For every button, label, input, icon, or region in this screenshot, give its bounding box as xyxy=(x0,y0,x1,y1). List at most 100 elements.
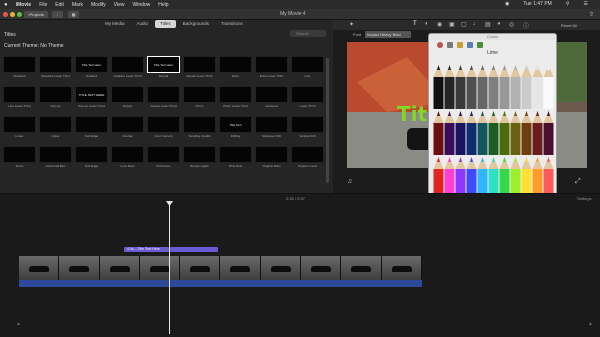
pencil-color[interactable] xyxy=(510,77,521,109)
search-icon[interactable]: ⚲ xyxy=(566,1,570,7)
pencil-color[interactable] xyxy=(433,77,444,109)
video-clip-thumbnail[interactable] xyxy=(59,256,100,280)
title-template[interactable]: Boogie Lights xyxy=(183,146,216,170)
pencil-color[interactable] xyxy=(532,123,543,155)
wifi-icon[interactable]: ◉ xyxy=(505,1,509,7)
title-template[interactable]: Line xyxy=(291,56,324,80)
search-input[interactable]: Search xyxy=(290,30,326,37)
pencils-icon[interactable] xyxy=(477,41,483,48)
pencil-color[interactable] xyxy=(521,123,532,155)
pencil-color[interactable] xyxy=(466,123,477,155)
pencil-color[interactable] xyxy=(444,123,455,155)
video-clip-thumbnail[interactable] xyxy=(19,256,60,280)
video-clip-thumbnail[interactable] xyxy=(260,256,302,280)
menu-edit[interactable]: Edit xyxy=(55,2,64,8)
title-template[interactable]: Zoom xyxy=(3,146,36,170)
info-icon[interactable]: ⓘ xyxy=(523,21,529,30)
title-template[interactable]: Lens Flare xyxy=(111,146,144,170)
minimize-window-button[interactable] xyxy=(10,12,15,17)
color-sliders-icon[interactable] xyxy=(447,41,453,48)
menu-window[interactable]: Window xyxy=(132,2,150,8)
title-template[interactable]: Standard Lower Third xyxy=(39,56,72,80)
volume-icon[interactable]: ♩ xyxy=(473,21,479,27)
title-template[interactable]: Lower xyxy=(3,116,36,140)
title-template[interactable]: Scrolling Credits xyxy=(183,116,216,140)
title-template[interactable]: Echo xyxy=(219,56,252,80)
color-palettes-icon[interactable] xyxy=(457,41,463,48)
tab-audio[interactable]: Audio xyxy=(132,20,154,28)
menu-view[interactable]: View xyxy=(114,2,125,8)
clock[interactable]: Tue 1:47 PM xyxy=(523,1,551,7)
title-template[interactable]: Gravity Lower Third xyxy=(147,86,180,110)
list-icon[interactable]: ☰ xyxy=(584,1,588,7)
video-clip-thumbnail[interactable] xyxy=(341,256,382,280)
microphone-icon[interactable]: ♫ xyxy=(347,178,352,185)
audio-track[interactable] xyxy=(19,280,422,287)
color-balance-icon[interactable]: ◐ xyxy=(425,21,429,27)
tab-backgrounds[interactable]: Backgrounds xyxy=(178,20,214,28)
pencil-color[interactable] xyxy=(433,123,444,155)
menu-modify[interactable]: Modify xyxy=(91,2,106,8)
title-clip[interactable]: 4.0s – Title Text Here xyxy=(124,247,218,252)
pencil-color[interactable] xyxy=(488,77,499,109)
video-clip-thumbnail[interactable] xyxy=(139,256,181,280)
pencil-color[interactable] xyxy=(499,123,510,155)
menu-file[interactable]: File xyxy=(39,2,47,8)
fullscreen-icon[interactable]: ⤢ xyxy=(575,178,581,186)
title-template[interactable]: Sideways Drift xyxy=(255,116,288,140)
pencil-color[interactable] xyxy=(543,77,554,109)
pencil-color[interactable] xyxy=(477,77,488,109)
title-template[interactable]: Title Text Here Gradient xyxy=(75,56,108,80)
crop-icon[interactable]: ▣ xyxy=(449,21,455,28)
title-template[interactable]: Pixie Dust xyxy=(219,146,252,170)
title-template[interactable]: Prism Lower Third xyxy=(219,86,252,110)
title-template[interactable]: Lower Third xyxy=(291,86,324,110)
reset-all-label[interactable]: Reset All xyxy=(561,23,577,28)
filter-icon[interactable]: ◎ xyxy=(509,21,514,28)
browser-scrollbar[interactable] xyxy=(326,58,329,183)
menu-help[interactable]: Help xyxy=(158,2,168,8)
title-template[interactable]: Line Lower Third xyxy=(3,86,36,110)
title-template[interactable]: Title Text Drifting xyxy=(219,116,252,140)
zoom-icon[interactable]: ▲ xyxy=(588,321,593,327)
apple-menu-icon[interactable]: ● xyxy=(4,2,8,8)
title-template[interactable]: Organic Lower xyxy=(291,146,324,170)
app-menu[interactable]: iMovie xyxy=(16,2,32,8)
title-tool-icon[interactable]: T xyxy=(413,21,417,27)
title-template[interactable]: Reveal Lower Third xyxy=(183,56,216,80)
title-template[interactable]: Prism xyxy=(183,86,216,110)
video-clip-thumbnail[interactable] xyxy=(180,256,221,280)
title-template[interactable]: Centered xyxy=(255,86,288,110)
title-template[interactable]: Four Corners xyxy=(147,116,180,140)
title-template[interactable]: Horizontal Blur xyxy=(39,146,72,170)
tab-my-media[interactable]: My Media xyxy=(100,20,130,28)
video-clip-thumbnail[interactable] xyxy=(381,256,422,280)
title-template[interactable]: TITLE TEXT HERE Pop-up Lower Third xyxy=(75,86,108,110)
playhead[interactable] xyxy=(169,203,170,334)
menu-mark[interactable]: Mark xyxy=(72,2,83,8)
title-template[interactable]: Standard xyxy=(3,56,36,80)
pencil-color[interactable] xyxy=(543,123,554,155)
font-select[interactable]: Impact Heavy Bold xyxy=(365,31,412,38)
projects-button[interactable]: ‹ Projects xyxy=(24,11,48,18)
title-template[interactable]: Pop-up xyxy=(39,86,72,110)
pencil-color[interactable] xyxy=(499,77,510,109)
color-wheel-icon[interactable] xyxy=(437,41,443,48)
speed-icon[interactable]: ◕ xyxy=(497,21,501,27)
title-template[interactable]: Vertical Drift xyxy=(291,116,324,140)
import-button[interactable]: ↓ xyxy=(52,11,63,18)
title-template[interactable]: Overlap xyxy=(111,116,144,140)
pencil-color[interactable] xyxy=(488,123,499,155)
video-clip-thumbnail[interactable] xyxy=(99,256,140,280)
pencil-color[interactable] xyxy=(521,77,532,109)
title-template[interactable]: Upper xyxy=(39,116,72,140)
tab-titles[interactable]: Titles xyxy=(155,20,176,28)
pencil-color[interactable] xyxy=(477,123,488,155)
noise-reduction-icon[interactable]: ▤ xyxy=(485,21,491,28)
title-template[interactable]: Soft Edge xyxy=(75,116,108,140)
video-clip-thumbnail[interactable] xyxy=(220,256,261,280)
stabilization-icon[interactable]: ▢ xyxy=(461,21,467,28)
tab-transitions[interactable]: Transitions xyxy=(216,20,248,28)
image-palettes-icon[interactable] xyxy=(467,41,473,48)
pencil-color[interactable] xyxy=(455,77,466,109)
